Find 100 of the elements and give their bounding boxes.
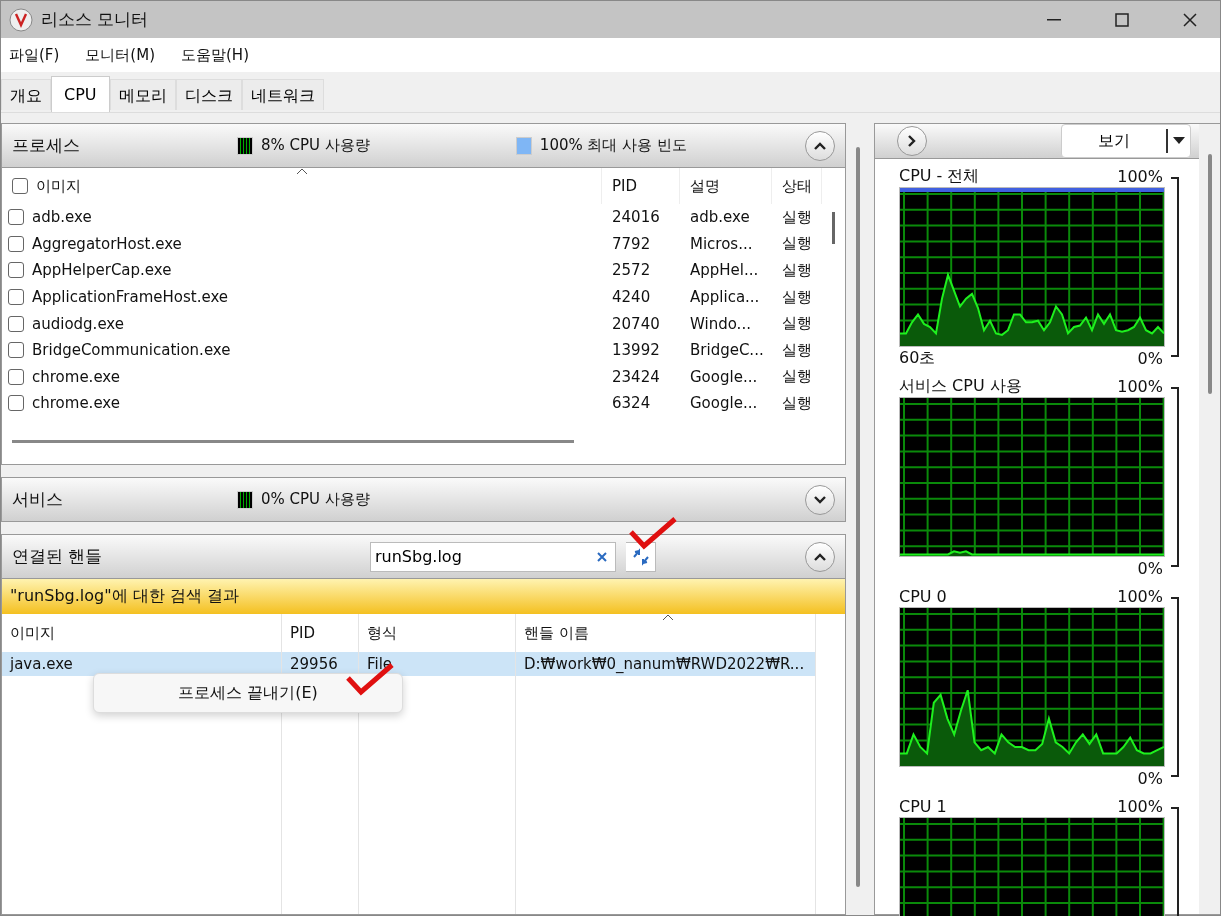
- refresh-button[interactable]: [626, 541, 656, 572]
- app-icon: [9, 7, 33, 32]
- section-title: 프로세스: [12, 134, 81, 157]
- cpu-usage-label: 8% CPU 사용량: [261, 136, 370, 155]
- row-checkbox[interactable]: [8, 209, 24, 226]
- tab[interactable]: 디스크: [175, 79, 242, 110]
- refresh-icon: [630, 547, 651, 566]
- row-checkbox[interactable]: [8, 315, 24, 332]
- table-cell-text: 실행: [781, 207, 813, 227]
- table-cell-text: 실행: [781, 314, 813, 334]
- table-cell-text: Google...: [689, 367, 759, 386]
- column-header[interactable]: 이미지: [2, 168, 602, 204]
- table-cell-text: 4240: [611, 288, 652, 307]
- graph-max-label: 100%: [1117, 376, 1163, 396]
- close-icon: [1183, 12, 1197, 27]
- table-cell: AggregatorHost.exe: [32, 234, 182, 253]
- search-result-banner: "runSbg.log"에 대한 검색 결과: [1, 579, 846, 614]
- tab[interactable]: 네트워크: [241, 79, 324, 110]
- graph-title: 서비스 CPU 사용: [899, 375, 1022, 397]
- row-checkbox[interactable]: [8, 368, 24, 385]
- table-cell-text: AppHel...: [689, 261, 760, 280]
- table-cell-text: 실행: [781, 367, 813, 387]
- table-cell-text: Micros...: [689, 234, 754, 253]
- view-dropdown[interactable]: 보기: [1061, 124, 1191, 158]
- row-checkbox[interactable]: [8, 342, 24, 359]
- tab[interactable]: 메모리: [109, 79, 176, 110]
- scrollbar-thumb[interactable]: [856, 147, 860, 887]
- legend-swatch: [237, 136, 253, 155]
- table-cell-text: Applica...: [689, 288, 761, 307]
- table-cell-text: 실행: [781, 393, 813, 413]
- window-title: 리소스 모니터: [41, 8, 149, 31]
- table-cell-text: adb.exe: [689, 208, 751, 227]
- chevron-up-icon: [813, 551, 827, 562]
- maximize-icon: [1115, 12, 1129, 27]
- menu-item[interactable]: 모니터(M): [77, 45, 163, 65]
- menu-item[interactable]: 도움말(H): [173, 45, 257, 65]
- table-cell-text: Windo...: [689, 314, 752, 333]
- column-header[interactable]: 설명: [680, 168, 772, 204]
- search-field[interactable]: runSbg.log: [370, 541, 616, 572]
- graph-title: CPU 1: [899, 796, 947, 816]
- table-cell-text: java.exe: [8, 654, 74, 675]
- row-checkbox[interactable]: [8, 395, 24, 412]
- table-cell: chrome.exe: [32, 367, 120, 386]
- sort-caret-icon: [296, 168, 308, 175]
- scrollbar-thumb[interactable]: [1207, 154, 1212, 394]
- sort-caret-icon: [662, 614, 674, 621]
- chevron-down-icon: [813, 494, 827, 505]
- table-cell-text: 20740: [611, 314, 661, 333]
- scrollbar-thumb[interactable]: [832, 212, 835, 244]
- minimize-icon: [1047, 18, 1061, 21]
- section-title: 서비스: [12, 488, 64, 511]
- tab[interactable]: CPU: [51, 76, 110, 112]
- table-cell-text: 실행: [781, 261, 813, 280]
- table-cell: ApplicationFrameHost.exe: [32, 288, 229, 307]
- table-cell-text: 7792: [611, 234, 652, 253]
- collapse-button[interactable]: [805, 130, 835, 161]
- clear-icon[interactable]: [596, 550, 608, 563]
- table-cell-text: 24016: [611, 208, 661, 227]
- section-title: 연결된 핸들: [12, 545, 104, 568]
- table-cell: AppHelperCap.exe: [32, 261, 172, 280]
- graph-title: CPU 0: [899, 586, 947, 606]
- table-cell: BridgeCommunication.exe: [32, 341, 231, 360]
- scrollbar-thumb[interactable]: [12, 439, 574, 443]
- time-label: 60초: [899, 347, 936, 369]
- chevron-right-icon: [907, 134, 917, 148]
- chevron-up-icon: [813, 140, 827, 151]
- table-cell-text: 29956: [289, 654, 339, 675]
- table-cell-text: 실행: [781, 234, 813, 254]
- table-cell-text: 실행: [781, 340, 813, 360]
- tab[interactable]: 개요: [1, 79, 51, 110]
- graph-min-label: 0%: [1137, 768, 1163, 788]
- menu-item[interactable]: 파일(F): [1, 45, 68, 65]
- column-header[interactable]: 상태: [772, 168, 822, 204]
- frequency-label: 100% 최대 사용 빈도: [539, 136, 688, 155]
- graph-max-label: 100%: [1117, 166, 1163, 186]
- table-cell-text: 6324: [611, 394, 652, 413]
- caret-icon: [1173, 137, 1185, 145]
- expand-button[interactable]: [897, 126, 927, 156]
- legend-swatch: [515, 136, 532, 155]
- collapse-button[interactable]: [805, 541, 835, 572]
- legend-swatch: [237, 490, 253, 509]
- table-cell-text: D:₩work₩0_nanum₩RWD2022₩R...: [523, 654, 806, 675]
- column-header[interactable]: PID: [602, 168, 680, 204]
- expand-button[interactable]: [805, 484, 835, 515]
- table-cell-text: Google...: [689, 394, 759, 413]
- table-cell-text: 2572: [611, 261, 652, 280]
- graph-min-label: 0%: [1137, 558, 1163, 578]
- table-cell-text: 23424: [611, 367, 661, 386]
- cpu-usage-label: 0% CPU 사용량: [261, 490, 370, 509]
- table-cell-text: BridgeC...: [689, 341, 765, 360]
- table-cell: audiodg.exe: [32, 314, 124, 333]
- table-cell-text: 13992: [611, 341, 661, 360]
- row-checkbox[interactable]: [8, 289, 24, 306]
- graph-max-label: 100%: [1117, 796, 1163, 816]
- graph-title: CPU - 전체: [899, 165, 980, 187]
- graph-max-label: 100%: [1117, 586, 1163, 606]
- row-checkbox[interactable]: [8, 235, 24, 252]
- check-mark-icon: [628, 516, 678, 550]
- table-cell: adb.exe: [32, 208, 92, 227]
- row-checkbox[interactable]: [8, 262, 24, 279]
